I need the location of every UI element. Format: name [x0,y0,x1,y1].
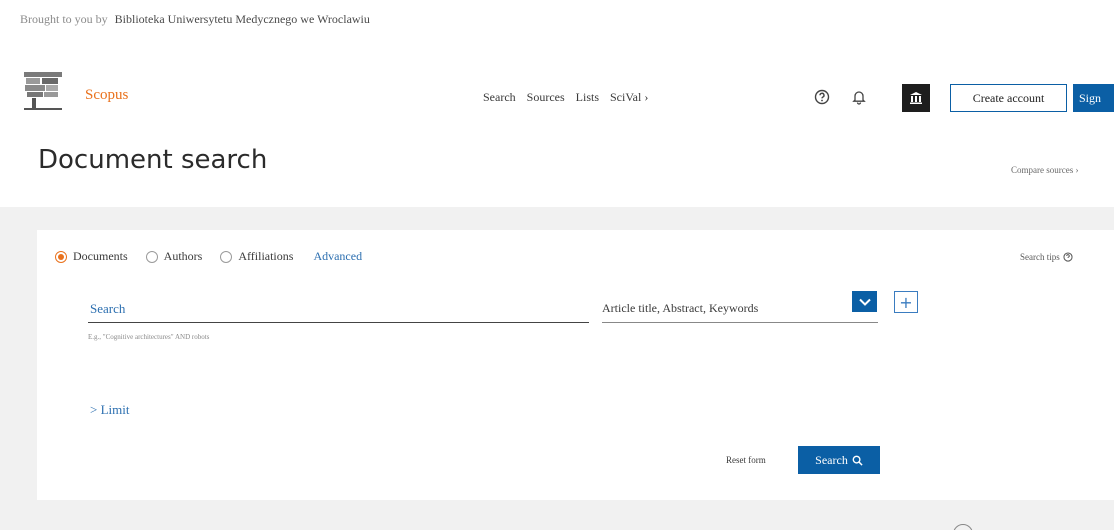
search-field-value: Article title, Abstract, Keywords [602,301,759,315]
radio-authors[interactable]: Authors [145,249,203,264]
radio-affiliations[interactable]: Affiliations [220,249,293,264]
institution-prefix: Brought to you by [20,12,108,26]
institution-icon[interactable] [902,84,930,112]
plus-icon: + [899,292,913,312]
search-input[interactable]: Search [88,295,589,323]
radio-empty-icon [220,250,233,263]
search-button[interactable]: Search [798,446,880,474]
search-button-label: Search [815,452,848,467]
sign-in-button[interactable]: Sign [1073,84,1114,112]
page-title: Document search [38,145,268,175]
compare-sources-link[interactable]: Compare sources › [1011,165,1078,175]
search-card [37,230,1114,500]
radio-documents[interactable]: Documents [55,249,128,264]
search-type-tabs: Documents Authors Affiliations Advanced [55,249,362,264]
create-account-button[interactable]: Create account [950,84,1067,112]
institution-name: Biblioteka Uniwersytetu Medycznego we Wr… [114,12,370,26]
search-input-placeholder: Search [90,300,126,316]
radio-documents-label: Documents [73,249,128,263]
search-tips-link[interactable]: Search tips [1020,252,1073,262]
advanced-search-link[interactable]: Advanced [313,249,362,264]
radio-affiliations-label: Affiliations [238,249,294,263]
help-circle-icon [1063,252,1073,262]
main-nav: Search Sources Lists SciVal › [483,90,648,105]
nav-search[interactable]: Search [483,90,516,105]
institution-banner: Brought to you by Biblioteka Uniwersytet… [20,12,370,27]
nav-scival[interactable]: SciVal › [610,90,648,105]
radio-empty-icon [145,250,158,263]
field-dropdown-button[interactable] [852,291,877,312]
help-circle-icon[interactable] [812,87,832,107]
radio-selected-icon [55,250,67,263]
search-tips-label: Search tips [1020,252,1060,262]
add-search-field-button[interactable]: + [894,291,918,313]
search-field-select[interactable]: Article title, Abstract, Keywords [602,295,878,323]
nav-lists[interactable]: Lists [576,90,599,105]
reset-form-button[interactable]: Reset form [726,455,766,465]
nav-sources[interactable]: Sources [527,90,565,105]
scopus-brand[interactable]: Scopus [85,87,128,104]
elsevier-logo-icon[interactable] [22,70,68,112]
limit-toggle[interactable]: > Limit [90,402,129,418]
radio-authors-label: Authors [163,249,203,263]
search-hint: E.g., "Cognitive architectures" AND robo… [88,333,210,341]
chevron-down-icon [858,298,871,306]
bell-icon[interactable] [849,87,869,107]
search-icon [852,455,863,466]
